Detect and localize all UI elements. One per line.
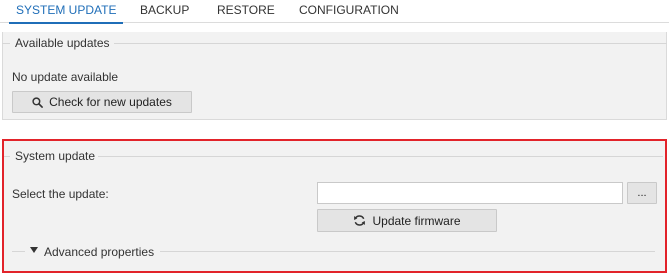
select-update-label: Select the update:: [12, 187, 109, 201]
available-updates-divider-right: [114, 43, 667, 44]
tab-configuration[interactable]: CONFIGURATION: [299, 3, 399, 23]
update-firmware-label: Update firmware: [372, 213, 461, 228]
available-updates-title: Available updates: [12, 36, 113, 50]
triangle-down-icon[interactable]: [30, 247, 38, 253]
browse-button[interactable]: ...: [627, 182, 657, 204]
system-update-title: System update: [12, 149, 99, 163]
check-updates-button[interactable]: Check for new updates: [12, 91, 192, 113]
refresh-icon: [354, 215, 366, 226]
advanced-divider-right: [160, 251, 655, 252]
search-icon: [32, 96, 44, 108]
check-updates-label: Check for new updates: [49, 95, 172, 109]
tab-bar: SYSTEM UPDATE BACKUP RESTORE CONFIGURATI…: [0, 0, 669, 24]
update-firmware-button[interactable]: Update firmware: [317, 209, 497, 232]
update-file-input[interactable]: [317, 182, 623, 204]
available-updates-divider-left: [2, 43, 10, 44]
advanced-properties-toggle[interactable]: Advanced properties: [44, 245, 154, 259]
system-update-divider-left: [4, 156, 10, 157]
update-status-text: No update available: [12, 70, 119, 84]
tab-restore[interactable]: RESTORE: [217, 3, 275, 23]
system-update-divider-right: [96, 156, 663, 157]
advanced-divider-left: [12, 251, 25, 252]
tab-system-update[interactable]: SYSTEM UPDATE: [8, 3, 124, 24]
tab-backup[interactable]: BACKUP: [140, 3, 189, 23]
